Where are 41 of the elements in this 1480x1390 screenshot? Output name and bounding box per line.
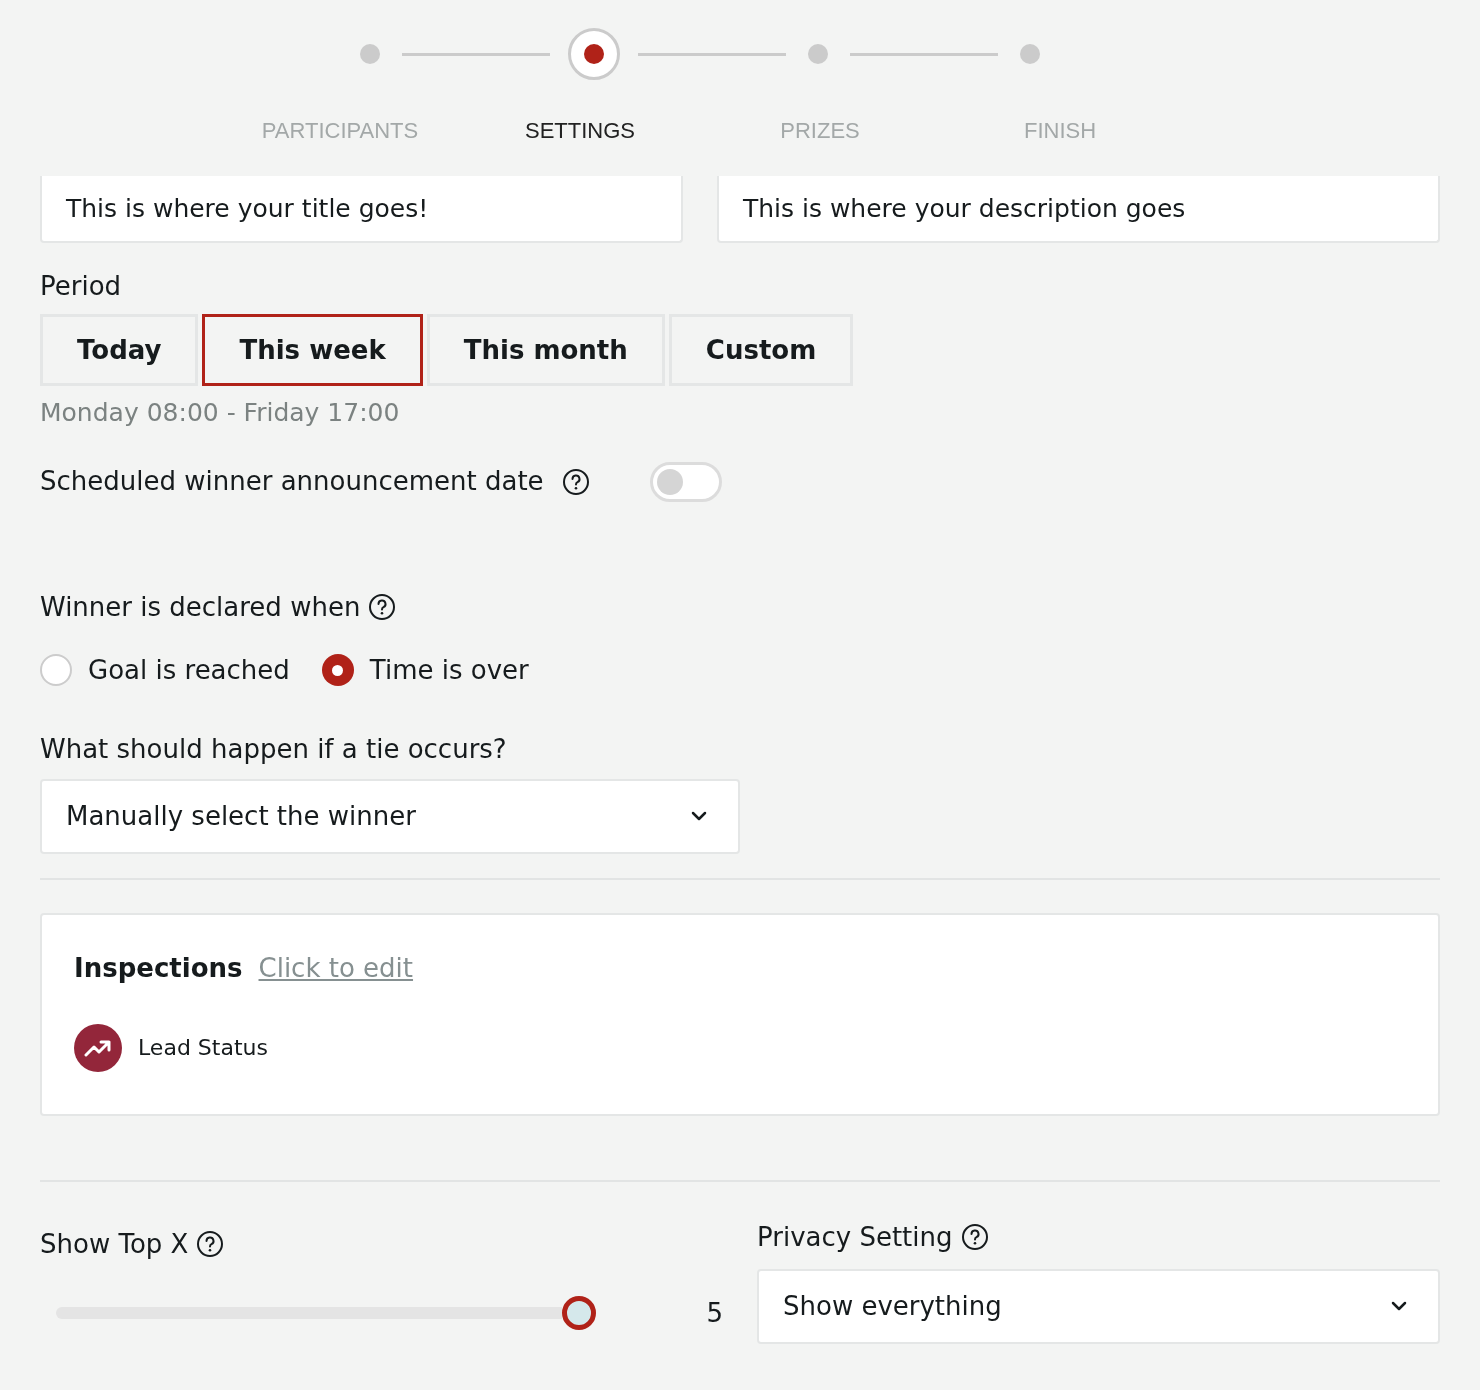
period-label: Period [40, 270, 123, 303]
select-value: Show everything [783, 1289, 1002, 1323]
period-option[interactable]: This month [426, 314, 665, 386]
date-range-text: Monday 08:00 - Friday 17:00 [40, 397, 401, 429]
description-field[interactable]: This is where your description goes [716, 176, 1440, 243]
select-value: Manually select the winner [66, 799, 416, 833]
section-label: Winner is declared when [40, 590, 361, 624]
help-icon[interactable] [561, 467, 590, 496]
slider-thumb[interactable] [562, 1296, 596, 1330]
period-option[interactable]: Today [40, 314, 199, 386]
inspection-item: Lead Status [138, 1034, 268, 1062]
help-icon[interactable] [368, 593, 397, 621]
step-dot[interactable] [568, 28, 620, 80]
chevron-down-icon [690, 810, 708, 822]
step-label: PRIZES [779, 117, 861, 145]
radio-button[interactable] [40, 654, 72, 686]
step-dot[interactable] [1020, 44, 1040, 64]
radio-button[interactable] [321, 654, 354, 686]
step-label: SETTINGS [524, 117, 636, 145]
slider-value: 5 [706, 1296, 723, 1330]
period-option[interactable]: Custom [668, 314, 854, 386]
step-dot[interactable] [808, 44, 828, 64]
title-field[interactable]: This is where your title goes! [40, 176, 683, 243]
chevron-down-icon [1390, 1300, 1408, 1312]
tie-select[interactable]: Manually select the winner [40, 778, 740, 854]
help-icon[interactable] [960, 1223, 989, 1251]
card-title: Inspections [74, 951, 243, 985]
toggle-label: Scheduled winner announcement date [40, 465, 544, 498]
step-label: PARTICIPANTS [260, 117, 420, 145]
help-icon[interactable] [196, 1230, 225, 1258]
trend-up-icon [74, 1023, 122, 1072]
radio-label: Goal is reached [88, 653, 290, 687]
section-label: Privacy Setting [757, 1220, 953, 1254]
step-label: FINISH [1022, 117, 1098, 145]
section-label: What should happen if a tie occurs? [40, 732, 508, 766]
toggle-switch[interactable] [649, 461, 722, 502]
step-dot[interactable] [360, 44, 380, 64]
period-option[interactable]: This week [202, 314, 423, 386]
privacy-select[interactable]: Show everything [757, 1268, 1440, 1344]
section-label: Show Top X [40, 1227, 189, 1261]
radio-label: Time is over [369, 653, 529, 687]
